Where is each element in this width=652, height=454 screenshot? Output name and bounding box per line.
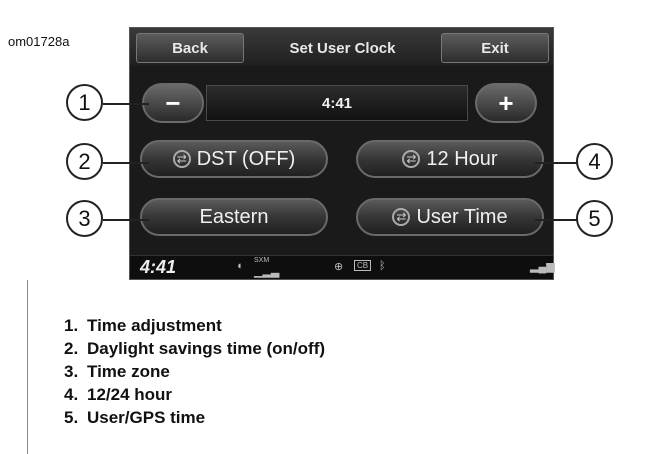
time-source-label: User Time [416, 205, 508, 228]
callout-1: 1 [66, 84, 103, 121]
bluetooth-icon: ᛒ [379, 260, 386, 272]
callout-leader-2 [103, 162, 149, 164]
toggle-icon: ⇄ [172, 150, 191, 168]
callout-5: 5 [576, 200, 613, 237]
infotainment-screen: Back Set User Clock Exit − 4:41 + ⇄ DST … [129, 27, 555, 280]
signal-icon: ◖ [236, 260, 243, 272]
time-value-display: 4:41 [206, 85, 468, 121]
callout-leader-5 [535, 219, 579, 221]
minus-icon: − [165, 87, 181, 118]
time-zone-button[interactable]: Eastern [140, 198, 328, 236]
legend-item: 3. Time zone [64, 362, 170, 381]
dst-button[interactable]: ⇄ DST (OFF) [140, 140, 328, 178]
margin-rule [27, 280, 28, 454]
time-source-button[interactable]: ⇄ User Time [356, 198, 544, 236]
callout-3: 3 [66, 200, 103, 237]
callout-leader-1 [103, 103, 149, 105]
cb-icon: CB [354, 260, 372, 271]
exit-button[interactable]: Exit [441, 33, 549, 63]
sxm-icon: SXM [254, 257, 270, 264]
time-zone-label: Eastern [199, 205, 269, 228]
legend-list: 1. Time adjustment 2. Daylight savings tim… [64, 314, 325, 429]
hour-format-button[interactable]: ⇄ 12 Hour [356, 140, 544, 178]
callout-4: 4 [576, 143, 613, 180]
callout-2: 2 [66, 143, 103, 180]
legend-item: 1. Time adjustment [64, 316, 222, 335]
status-bar: 4:41 ◖ SXM ▁▂▃ ⊕ CB ᛒ ▂▄▆ [130, 255, 555, 279]
harley-logo-icon: ⊕ [334, 261, 344, 273]
figure-id: om01728a [8, 34, 70, 49]
toggle-icon: ⇄ [402, 150, 421, 168]
header-bar: Back Set User Clock Exit [130, 28, 553, 66]
plus-button[interactable]: + [475, 83, 537, 123]
sxm-bars-icon: ▁▂▃ [254, 266, 280, 278]
back-button[interactable]: Back [136, 33, 244, 63]
minus-button[interactable]: − [142, 83, 204, 123]
legend-item: 2. Daylight savings time (on/off) [64, 339, 326, 358]
screen-title: Set User Clock [289, 39, 396, 57]
status-clock: 4:41 [140, 257, 177, 277]
legend-item: 4. 12/24 hour [64, 385, 173, 404]
legend-item: 5. User/GPS time [64, 408, 206, 427]
toggle-icon: ⇄ [392, 208, 411, 226]
plus-icon: + [498, 87, 514, 118]
callout-leader-4 [535, 162, 579, 164]
callout-leader-3 [103, 219, 149, 221]
cell-signal-icon: ▂▄▆ [530, 261, 555, 273]
hour-format-label: 12 Hour [426, 147, 498, 170]
dst-label: DST (OFF) [196, 147, 296, 170]
